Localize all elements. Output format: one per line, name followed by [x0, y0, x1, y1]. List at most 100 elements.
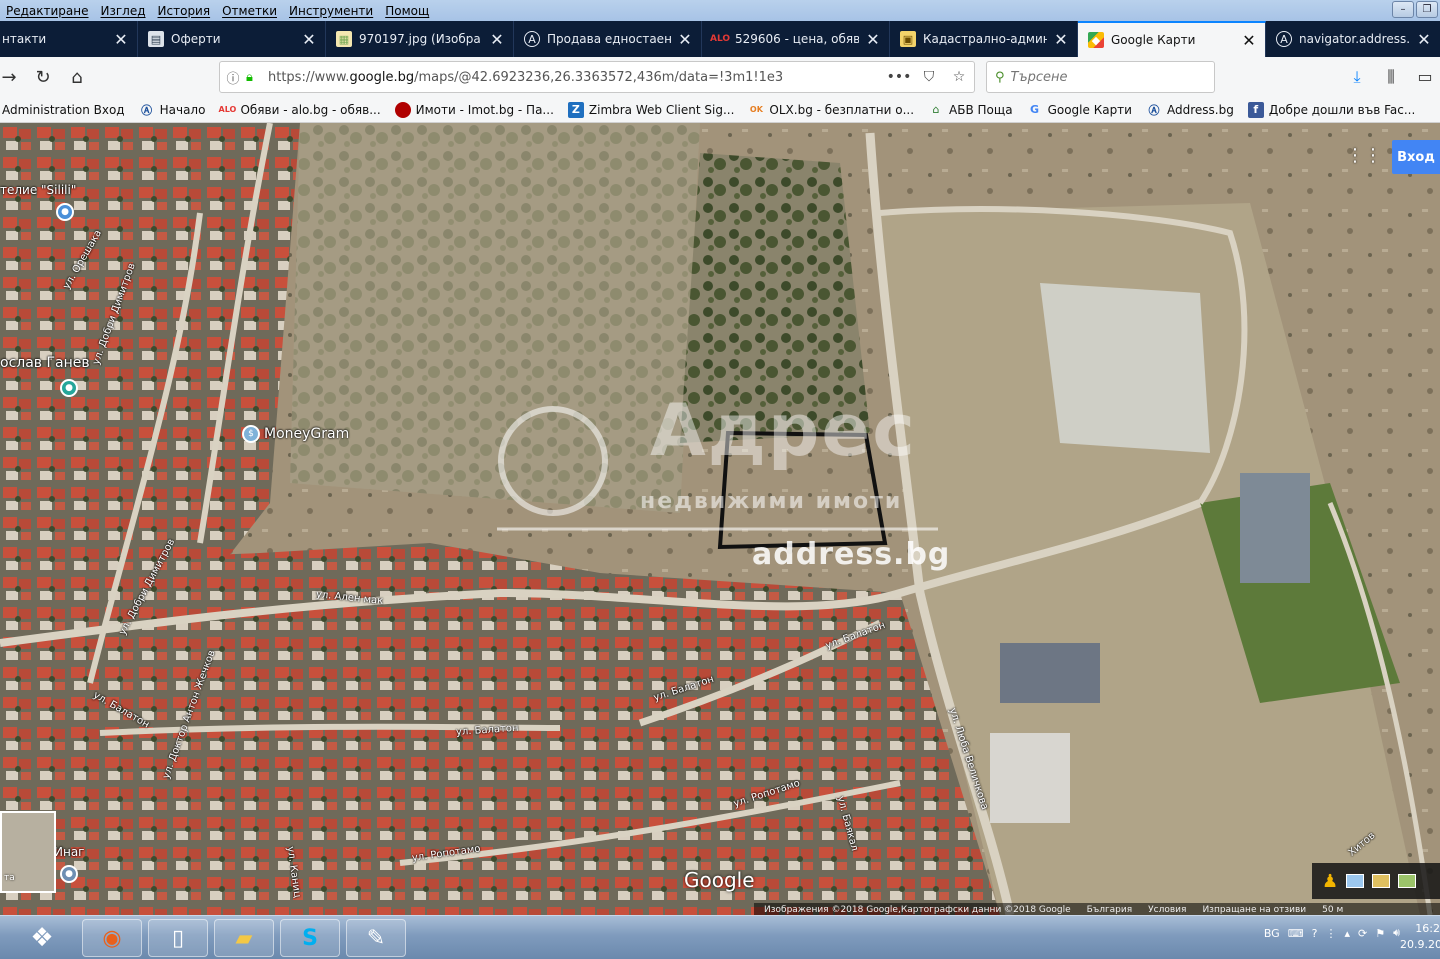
place-pin-bottom-left[interactable]: ●	[60, 865, 82, 883]
bookmark-olx[interactable]: OK OLX.bg - безплатни о...	[741, 102, 921, 118]
bookmark-imot[interactable]: Имоти - Imot.bg - Па...	[388, 101, 561, 118]
document-icon[interactable]: ▯	[148, 919, 208, 957]
tab-label: Google Карти	[1111, 33, 1196, 47]
search-bar[interactable]: ⚲	[986, 61, 1215, 93]
pegman-icon[interactable]: ♟	[1322, 871, 1338, 892]
url-text[interactable]: https://www.google.bg/maps/@42.6923236,2…	[264, 70, 884, 85]
show-hidden-icon[interactable]: ▴	[1344, 927, 1350, 940]
tab-offers[interactable]: ▤ Оферти ✕	[138, 21, 326, 57]
info-icon[interactable]: ⓘ	[220, 68, 246, 87]
bookmark-label: Начало	[159, 102, 206, 117]
close-icon[interactable]: ✕	[489, 30, 505, 49]
bookmark-zimbra[interactable]: Z Zimbra Web Client Sig...	[561, 101, 742, 118]
tab-label: нтакти	[2, 32, 47, 46]
bookmark-abv[interactable]: ⌂ АБВ Поща	[921, 102, 1020, 118]
layer-thumbnail-icon[interactable]	[1372, 874, 1391, 888]
download-icon[interactable]: ⤓	[1346, 67, 1368, 89]
bookmark-google-maps[interactable]: G Google Карти	[1020, 102, 1139, 118]
search-icon: ⚲	[995, 69, 1005, 85]
language-indicator[interactable]: BG	[1264, 927, 1280, 940]
tab-label: 529606 - цена, обяви	[735, 32, 859, 46]
tab-navigator[interactable]: A navigator.address.bg ✕	[1266, 21, 1440, 57]
sign-in-button[interactable]: Вход	[1392, 140, 1440, 174]
place-label-bottom-left[interactable]: Инаг	[54, 845, 84, 859]
menu-tools[interactable]: Инструменти	[283, 4, 379, 18]
star-icon[interactable]: ☆	[944, 69, 974, 85]
google-icon: G	[1030, 103, 1040, 116]
start-icon[interactable]: ❖	[20, 918, 64, 958]
close-icon[interactable]: ✕	[1053, 30, 1069, 49]
firefox-icon[interactable]: ◉	[82, 919, 142, 957]
satellite-imagery	[0, 123, 1440, 915]
satellite-map[interactable]: Адрес недвижими имоти address.bg телие "…	[0, 123, 1440, 915]
tab-label: Оферти	[171, 32, 221, 46]
bookmark-home[interactable]: Ⓐ Начало	[132, 102, 213, 118]
menu-history[interactable]: История	[152, 4, 217, 18]
close-icon[interactable]: ✕	[677, 30, 693, 49]
menu-edit[interactable]: Редактиране	[0, 4, 95, 18]
skype-icon[interactable]: S	[280, 919, 340, 957]
clock[interactable]: 16:2 20.9.20	[1400, 921, 1440, 953]
minimize-icon[interactable]: –	[1392, 1, 1414, 18]
place-label-person[interactable]: ослав Ганев	[0, 355, 90, 371]
tab-cadastre[interactable]: ▣ Кадастрално-админи ✕	[890, 21, 1078, 57]
bookmark-administration[interactable]: Administration Вход	[0, 103, 132, 117]
page-actions-icon[interactable]: •••	[884, 69, 914, 85]
place-pin-atelier[interactable]: ●	[56, 203, 78, 221]
network-icon[interactable]: ⋮	[1325, 927, 1336, 940]
tab-listing[interactable]: A Продава едностаен а ✕	[514, 21, 702, 57]
bookmark-alo[interactable]: ALO Обяви - alo.bg - обяв...	[212, 102, 387, 118]
layer-thumbnail-icon[interactable]	[1398, 874, 1417, 888]
minimap[interactable]: та	[0, 811, 56, 893]
volume-icon[interactable]: 🔊︎	[1393, 926, 1400, 940]
pocket-icon[interactable]: ⛉	[914, 69, 944, 85]
image-icon: ▦	[336, 31, 352, 47]
bookmark-address[interactable]: Ⓐ Address.bg	[1139, 102, 1241, 118]
bookmark-label: Добре дошли във Fac...	[1268, 102, 1416, 117]
flag-icon[interactable]: ⚑	[1375, 927, 1385, 940]
terms-link[interactable]: Условия	[1148, 905, 1186, 915]
home-icon[interactable]: ⌂	[62, 62, 92, 92]
tab-contacts[interactable]: нтакти ✕	[0, 21, 138, 57]
reload-icon[interactable]: ↻	[28, 62, 58, 92]
close-icon[interactable]: ✕	[301, 30, 317, 49]
country-link[interactable]: България	[1087, 905, 1133, 915]
feedback-link[interactable]: Изпращане на отзиви	[1202, 905, 1306, 915]
tab-alo[interactable]: ALO 529606 - цена, обяви ✕	[702, 21, 890, 57]
scale-bar[interactable]: 50 м	[1322, 905, 1343, 915]
place-pin-person[interactable]: ●	[60, 379, 82, 397]
menu-bar: Редактиране Изглед История Отметки Инстр…	[0, 0, 1440, 21]
apps-grid-icon[interactable]: ⋮⋮	[1346, 145, 1382, 169]
layer-thumbnail-icon[interactable]	[1346, 874, 1365, 888]
sidebar-icon[interactable]: ▭	[1414, 67, 1436, 89]
close-icon[interactable]: ✕	[1416, 30, 1432, 49]
finance-icon: $	[242, 425, 260, 443]
url-bar[interactable]: ⓘ 🔒︎ https://www.google.bg/maps/@42.6923…	[219, 61, 975, 93]
place-label-atelier[interactable]: телие "Silili"	[0, 183, 76, 197]
paint-icon[interactable]: ✎	[346, 919, 406, 957]
bookmark-label: Address.bg	[1166, 102, 1234, 117]
close-icon[interactable]: ✕	[1241, 31, 1257, 50]
restore-icon[interactable]: ❐	[1416, 1, 1438, 18]
navigation-bar: → ↻ ⌂ ⓘ 🔒︎ https://www.google.bg/maps/@4…	[0, 57, 1440, 97]
folder-icon[interactable]: ▰	[214, 919, 274, 957]
help-icon[interactable]: ?	[1312, 927, 1318, 940]
library-icon[interactable]: ⫼	[1380, 67, 1402, 89]
forward-icon[interactable]: →	[0, 62, 24, 92]
tab-google-maps[interactable]: ◆ Google Карти ✕	[1078, 21, 1266, 57]
menu-view[interactable]: Изглед	[95, 4, 152, 18]
page-icon: ▤	[148, 31, 164, 47]
bookmark-facebook[interactable]: f Добре дошли във Fac...	[1241, 101, 1422, 118]
update-icon[interactable]: ⟳	[1358, 927, 1367, 940]
menu-help[interactable]: Помощ	[379, 4, 435, 18]
search-input[interactable]	[1010, 69, 1191, 85]
lock-icon[interactable]: 🔒︎	[246, 70, 264, 85]
keyboard-icon[interactable]: ⌨	[1288, 927, 1304, 940]
close-icon[interactable]: ✕	[865, 30, 881, 49]
menu-bookmarks[interactable]: Отметки	[216, 4, 283, 18]
place-moneygram[interactable]: $ MoneyGram	[242, 425, 349, 443]
tab-image[interactable]: ▦ 970197.jpg (Изобра ✕	[326, 21, 514, 57]
close-icon[interactable]: ✕	[113, 30, 129, 49]
clock-date: 20.9.20	[1400, 938, 1440, 951]
olx-icon: OK	[749, 105, 763, 114]
